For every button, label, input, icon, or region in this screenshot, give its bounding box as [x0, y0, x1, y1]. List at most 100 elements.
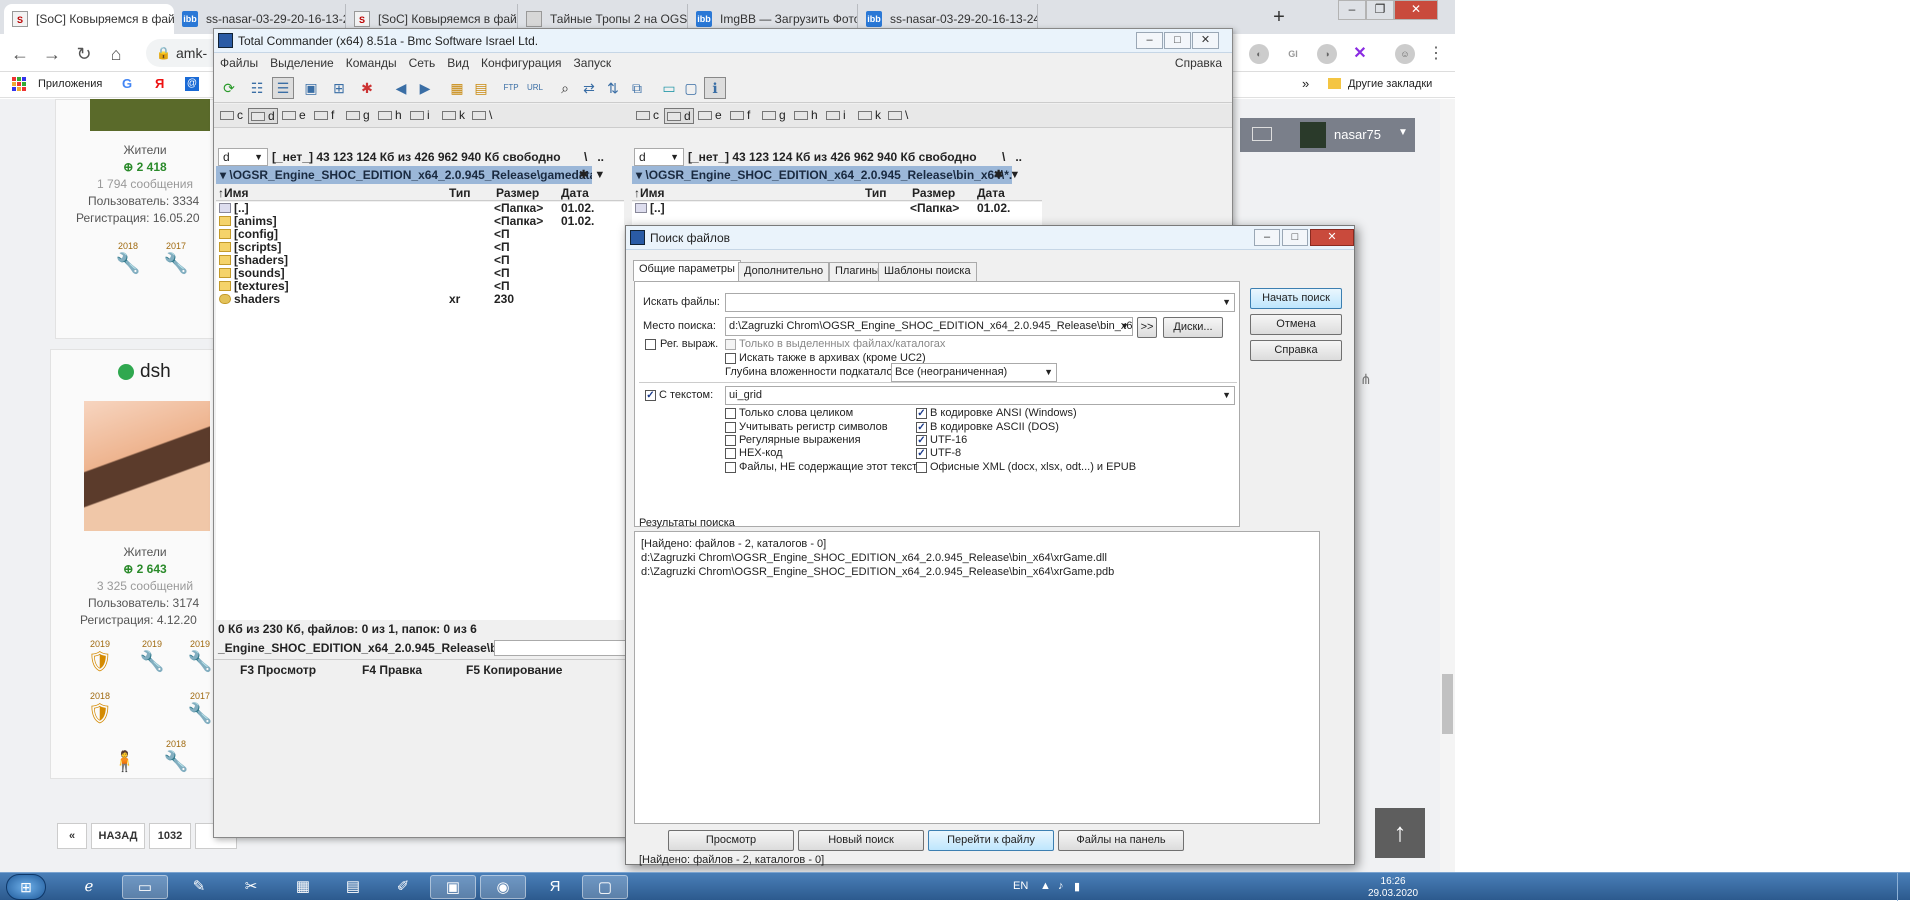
right-root-button[interactable]: \ ..	[1002, 147, 1022, 167]
tree-icon[interactable]: ⊞	[328, 77, 350, 99]
explorer-icon[interactable]: ▭	[122, 875, 168, 899]
compare-icon[interactable]: ⧉	[626, 77, 648, 99]
ftp-icon[interactable]: FTP	[500, 77, 522, 99]
yandex-icon[interactable]: Я	[532, 875, 578, 899]
username[interactable]: dsh	[140, 361, 171, 383]
drive-k[interactable]: k	[440, 108, 467, 122]
ansi-checkbox[interactable]: ✓	[916, 408, 927, 419]
col-size[interactable]: Размер	[496, 185, 539, 201]
result-item[interactable]: d:\Zagruzki Chrom\OGSR_Engine_SHOC_EDITI…	[641, 552, 1107, 564]
drive-g[interactable]: g	[760, 108, 788, 122]
tc-minimize-button[interactable]: –	[1136, 32, 1163, 49]
left-history-icon[interactable]: ✱ ▼	[579, 165, 605, 185]
paint-icon[interactable]: ✎	[176, 875, 222, 899]
search-icon[interactable]: ⌕	[554, 77, 576, 99]
home-icon[interactable]: ⌂	[104, 42, 128, 66]
whole-words-checkbox[interactable]	[725, 408, 736, 419]
dialog-maximize-button[interactable]: □	[1282, 229, 1308, 246]
search-archives-checkbox[interactable]	[725, 353, 736, 364]
window-icon[interactable]: ▢	[680, 77, 702, 99]
file-row[interactable]: shaders xr 230	[216, 293, 624, 306]
drive-h[interactable]: h	[376, 108, 404, 122]
pager-page[interactable]: 1032	[149, 823, 191, 849]
user-avatar[interactable]	[90, 99, 210, 131]
brief-view-icon[interactable]: ☷	[246, 77, 268, 99]
menu-network[interactable]: Сеть	[403, 53, 442, 73]
f4-edit-button[interactable]: F4 Правка	[362, 663, 422, 677]
depth-select[interactable]: Все (неограниченная) ▼	[891, 363, 1057, 382]
browser-tab-1[interactable]: S [SoC] Ковыряемся в файлах	[4, 4, 174, 34]
award-badge[interactable]: 2019 🔧	[138, 639, 166, 674]
left-path-bar[interactable]: ▾ \OGSR_Engine_SHOC_EDITION_x64_2.0.945_…	[216, 166, 592, 184]
drive-d[interactable]: d	[664, 108, 694, 124]
back-icon[interactable]: ◀	[390, 77, 412, 99]
mail-bookmark-icon[interactable]: @	[185, 77, 199, 91]
drive-f[interactable]: f	[312, 108, 336, 122]
not-containing-checkbox[interactable]	[725, 462, 736, 473]
location-input[interactable]: d:\Zagruzki Chrom\OGSR_Engine_SHOC_EDITI…	[725, 317, 1133, 336]
tab-general[interactable]: Общие параметры	[633, 260, 741, 281]
notes-icon[interactable]: ✐	[380, 875, 426, 899]
menu-view[interactable]: Вид	[441, 53, 475, 73]
award-badge[interactable]: 2019 🔧	[186, 639, 214, 674]
menu-configuration[interactable]: Конфигурация	[475, 53, 568, 73]
drive-network[interactable]: \	[470, 108, 494, 122]
with-text-input[interactable]: ui_grid ▼	[725, 386, 1235, 405]
caret-down-icon[interactable]: ▼	[1398, 127, 1408, 138]
award-badge[interactable]: 2017 🔧	[162, 241, 190, 276]
tc-close-button[interactable]: ✕	[1192, 32, 1219, 49]
profile-avatar-icon[interactable]: ☺	[1395, 44, 1415, 64]
view-button[interactable]: Просмотр	[668, 830, 794, 851]
drive-i[interactable]: i	[824, 108, 848, 122]
window-icon[interactable]: ▢	[582, 875, 628, 899]
f3-view-button[interactable]: F3 Просмотр	[240, 663, 316, 677]
result-item[interactable]: d:\Zagruzki Chrom\OGSR_Engine_SHOC_EDITI…	[641, 566, 1114, 578]
search-files-input[interactable]: ▼	[725, 293, 1235, 312]
left-drive-select[interactable]: d ▼	[218, 148, 268, 166]
regex-checkbox[interactable]	[645, 339, 656, 350]
drive-d[interactable]: d	[248, 108, 278, 124]
language-indicator[interactable]: EN	[1013, 880, 1028, 892]
pack-icon[interactable]: ▦	[446, 77, 468, 99]
extension-x-icon[interactable]: ✕	[1350, 44, 1370, 64]
ie-icon[interactable]: ℯ	[66, 875, 112, 899]
google-bookmark-icon[interactable]: G	[122, 76, 132, 91]
bookmarks-more[interactable]: »	[1302, 76, 1309, 91]
bookmark-apps[interactable]: Приложения	[38, 78, 102, 90]
menu-start[interactable]: Запуск	[568, 53, 618, 73]
f5-copy-button[interactable]: F5 Копирование	[466, 663, 562, 677]
browser-restore-button[interactable]: ❐	[1366, 0, 1394, 20]
start-search-button[interactable]: Начать поиск	[1250, 288, 1342, 309]
start-button-icon[interactable]: ⊞	[6, 874, 46, 900]
award-badge[interactable]: 2018 🔧	[162, 739, 190, 774]
show-desktop-button[interactable]	[1897, 873, 1910, 901]
extension-icon[interactable]: ◐	[1249, 44, 1269, 64]
info-icon[interactable]: ℹ	[704, 77, 726, 99]
back-arrow-icon[interactable]: ←	[8, 42, 32, 66]
page-scrollbar[interactable]	[1440, 99, 1455, 872]
drive-c[interactable]: c	[218, 108, 245, 122]
only-selected-checkbox[interactable]	[725, 339, 736, 350]
tab-advanced[interactable]: Дополнительно	[738, 262, 830, 281]
col-type[interactable]: Тип	[865, 185, 887, 201]
help-button[interactable]: Справка	[1250, 340, 1342, 361]
col-name[interactable]: ↑ Имя	[634, 185, 665, 201]
mail-icon[interactable]	[1252, 127, 1272, 141]
dialog-close-button[interactable]: ✕	[1310, 229, 1354, 246]
award-badge[interactable]: 2019 🛡	[86, 639, 114, 674]
scroll-to-top-icon[interactable]: ↑	[1375, 808, 1425, 858]
col-date[interactable]: Дата	[561, 185, 589, 201]
network-tray-icon[interactable]: ▮	[1074, 880, 1080, 893]
tab-templates[interactable]: Шаблоны поиска	[878, 262, 977, 281]
award-badge[interactable]: 2018 🔧	[114, 241, 142, 276]
col-name[interactable]: ↑ Имя	[218, 185, 249, 201]
left-file-list[interactable]: [..] <Папка> 01.02. [anims] <Папка> 01.02. […	[216, 202, 624, 620]
award-figure-icon[interactable]: 🧍	[112, 749, 137, 774]
user-avatar[interactable]	[1300, 122, 1326, 148]
col-date[interactable]: Дата	[977, 185, 1005, 201]
browse-arrow-button[interactable]: >>	[1137, 317, 1157, 338]
drive-c[interactable]: c	[634, 108, 661, 122]
new-search-button[interactable]: Новый поиск	[798, 830, 924, 851]
rename-icon[interactable]: ⇄	[578, 77, 600, 99]
refresh-icon[interactable]: ⟳	[218, 77, 240, 99]
